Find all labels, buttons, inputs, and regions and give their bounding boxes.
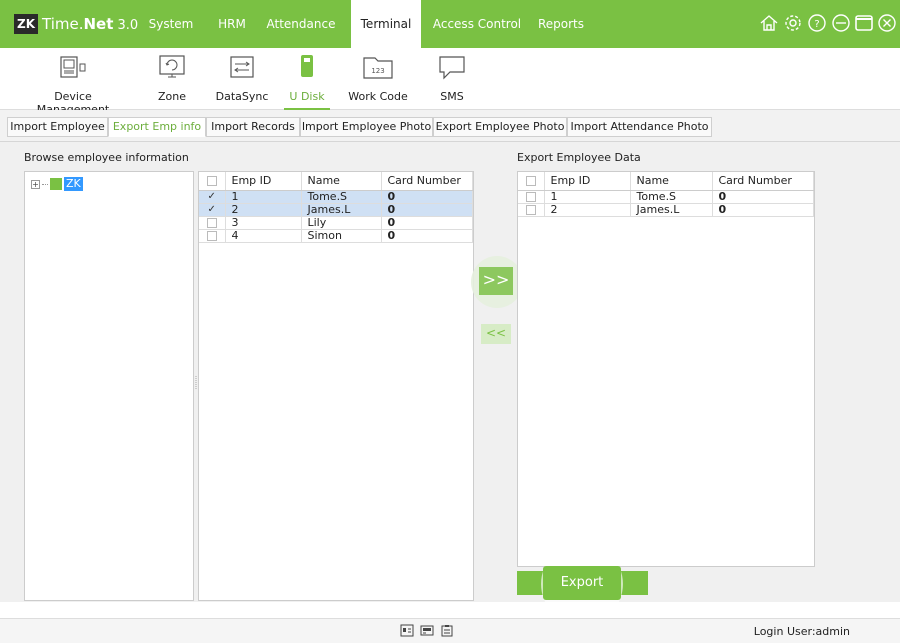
id-card-icon[interactable] <box>400 624 414 637</box>
tool-work-code[interactable]: 123 Work Code <box>346 54 410 103</box>
settings-icon[interactable] <box>783 13 803 33</box>
column-emp-id[interactable]: Emp ID <box>225 172 302 191</box>
cell-emp-id: 1 <box>544 190 631 204</box>
svg-text:?: ? <box>814 19 819 30</box>
table-row[interactable]: 2 James.L 0 <box>518 203 814 217</box>
workcode-icon: 123 <box>363 57 393 79</box>
select-all-checkbox[interactable] <box>518 172 545 191</box>
minimize-icon[interactable] <box>831 13 851 33</box>
cell-name: Lily <box>301 216 382 230</box>
tab-export-employee-photo[interactable]: Export Employee Photo <box>433 117 567 137</box>
select-all-checkbox[interactable] <box>199 172 226 191</box>
cell-emp-id: 1 <box>225 190 302 204</box>
table-row[interactable]: 3 Lily 0 <box>199 216 473 230</box>
cell-card-number: 0 <box>712 203 814 217</box>
tab-import-attendance-photo[interactable]: Import Attendance Photo <box>567 117 712 137</box>
help-icon[interactable]: ? <box>807 13 827 33</box>
table-row[interactable]: ✓ 2 James.L 0 <box>199 203 473 217</box>
department-icon <box>50 178 62 190</box>
column-name[interactable]: Name <box>301 172 382 191</box>
cell-card-number: 0 <box>381 216 473 230</box>
module-toolbar: Device Management Zone DataSync U Disk 1… <box>0 48 900 116</box>
row-checkbox[interactable] <box>199 229 226 243</box>
row-checkbox[interactable]: ✓ <box>199 203 226 217</box>
cell-card-number: 0 <box>381 229 473 243</box>
tree-node-root[interactable]: + ZK <box>31 177 83 191</box>
logo-name: Time.Net 3.0 <box>42 15 139 33</box>
menu-system[interactable]: System <box>142 0 200 48</box>
sub-tabs: Import Employee Export Emp info Import R… <box>0 110 900 142</box>
cell-name: James.L <box>630 203 713 217</box>
cell-name: Simon <box>301 229 382 243</box>
tool-datasync[interactable]: DataSync <box>212 54 272 103</box>
move-left-button[interactable]: << <box>481 324 511 344</box>
export-button[interactable]: Export <box>543 566 621 600</box>
grid-header: Emp ID Name Card Number <box>518 172 814 191</box>
status-bar: Login User:admin <box>0 618 900 643</box>
device-icon <box>60 56 86 78</box>
row-checkbox[interactable]: ✓ <box>199 190 226 204</box>
move-right-button[interactable]: >> <box>479 267 513 295</box>
clipboard-icon[interactable] <box>440 624 454 637</box>
row-checkbox[interactable] <box>518 190 545 204</box>
sms-icon <box>439 56 465 80</box>
card-reader-icon[interactable] <box>420 624 434 637</box>
grid-header: Emp ID Name Card Number <box>199 172 473 191</box>
tree-node-label[interactable]: ZK <box>64 177 83 191</box>
cell-card-number: 0 <box>381 203 473 217</box>
table-row[interactable]: ✓ 1 Tome.S 0 <box>199 190 473 204</box>
cell-emp-id: 3 <box>225 216 302 230</box>
checkmark-icon: ✓ <box>207 190 216 202</box>
row-checkbox[interactable] <box>518 203 545 217</box>
udisk-icon <box>301 55 313 77</box>
menu-terminal[interactable]: Terminal <box>351 0 421 48</box>
zone-icon <box>159 55 185 78</box>
tool-device-management[interactable]: Device Management <box>22 54 124 116</box>
logo-mark: ZK <box>14 14 38 34</box>
cell-card-number: 0 <box>381 190 473 204</box>
tool-u-disk[interactable]: U Disk <box>284 54 330 110</box>
checkmark-icon: ✓ <box>207 203 216 215</box>
datasync-icon <box>230 56 254 78</box>
tab-import-employee-photo[interactable]: Import Employee Photo <box>300 117 433 137</box>
cell-emp-id: 4 <box>225 229 302 243</box>
export-data-title: Export Employee Data <box>517 151 641 164</box>
export-data-grid: Emp ID Name Card Number 1 Tome.S 0 2 James.L… <box>517 171 815 567</box>
table-row[interactable]: 4 Simon 0 <box>199 229 473 243</box>
cell-name: Tome.S <box>630 190 713 204</box>
row-checkbox[interactable] <box>199 216 226 230</box>
column-card-number[interactable]: Card Number <box>381 172 473 191</box>
tab-import-employee[interactable]: Import Employee <box>7 117 108 137</box>
cell-name: Tome.S <box>301 190 382 204</box>
column-card-number[interactable]: Card Number <box>712 172 814 191</box>
browse-title: Browse employee information <box>24 151 189 164</box>
cell-card-number: 0 <box>712 190 814 204</box>
close-icon[interactable] <box>877 13 897 33</box>
menu-attendance[interactable]: Attendance <box>263 0 339 48</box>
app-logo: ZK Time.Net 3.0 <box>14 13 138 35</box>
top-menu-bar: ZK Time.Net 3.0 System HRM Attendance Te… <box>0 0 900 48</box>
menu-reports[interactable]: Reports <box>532 0 590 48</box>
table-row[interactable]: 1 Tome.S 0 <box>518 190 814 204</box>
move-right-halo: >> <box>471 256 523 308</box>
cell-emp-id: 2 <box>544 203 631 217</box>
tab-export-emp-info[interactable]: Export Emp info <box>108 117 206 137</box>
cell-name: James.L <box>301 203 382 217</box>
column-emp-id[interactable]: Emp ID <box>544 172 631 191</box>
tab-import-records[interactable]: Import Records <box>206 117 300 137</box>
menu-access-control[interactable]: Access Control <box>428 0 526 48</box>
maximize-icon[interactable] <box>854 13 874 33</box>
login-user-label: Login User:admin <box>753 625 850 638</box>
expand-icon[interactable]: + <box>31 179 40 189</box>
tool-sms[interactable]: SMS <box>435 54 469 103</box>
svg-text:123: 123 <box>371 67 384 75</box>
cell-emp-id: 2 <box>225 203 302 217</box>
menu-hrm[interactable]: HRM <box>211 0 253 48</box>
tool-zone[interactable]: Zone <box>150 54 194 103</box>
employee-grid: Emp ID Name Card Number ✓ 1 Tome.S 0 ✓ 2 James… <box>198 171 474 601</box>
home-icon[interactable] <box>759 13 779 33</box>
department-tree: + ZK <box>24 171 194 601</box>
column-name[interactable]: Name <box>630 172 713 191</box>
